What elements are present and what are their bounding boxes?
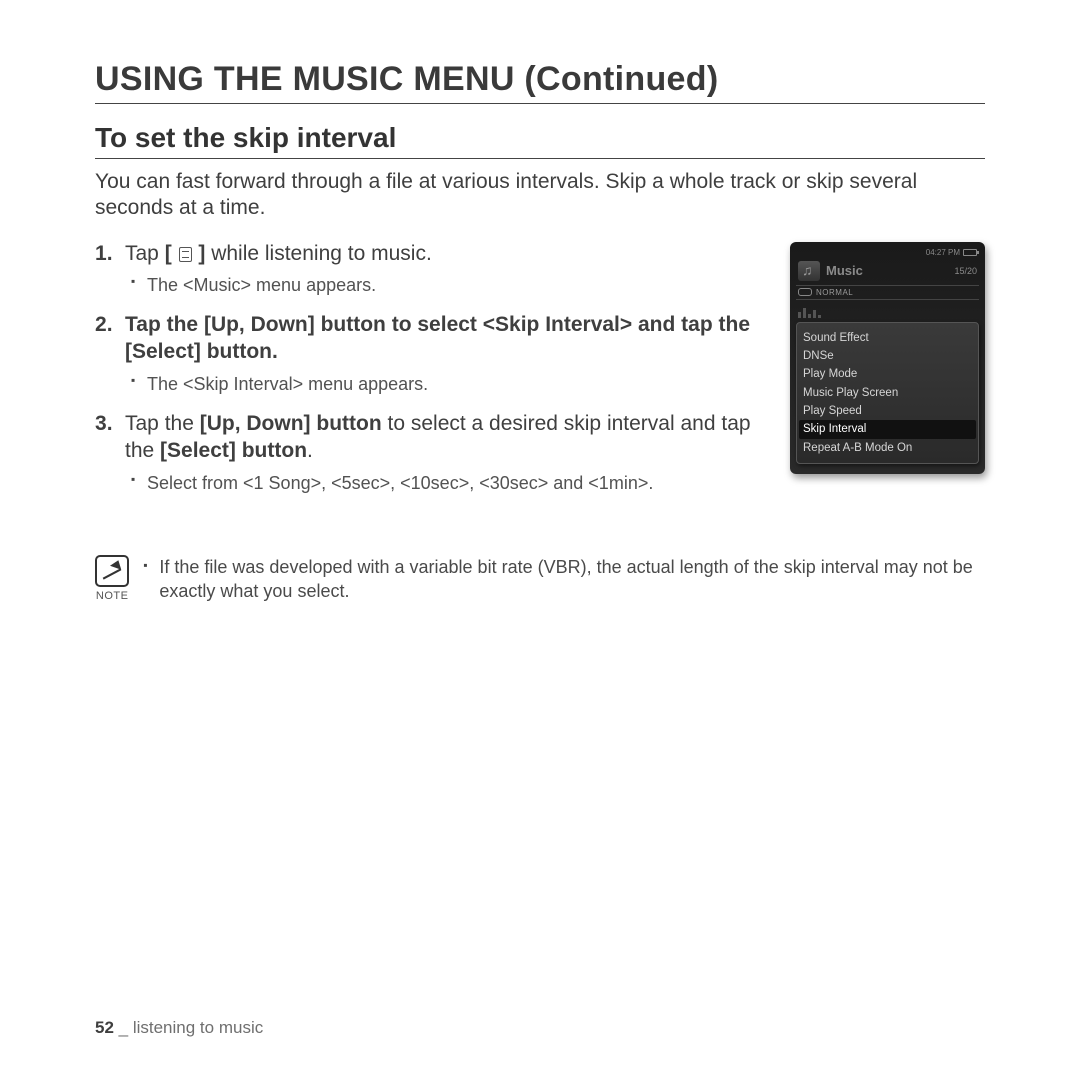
steps-column: Tap [ ] while listening to music. The <M… bbox=[95, 240, 772, 509]
note-text: If the file was developed with a variabl… bbox=[143, 555, 985, 604]
device-statusbar: 04:27 PM bbox=[796, 248, 979, 259]
device-menu-item: Repeat A-B Mode On bbox=[803, 439, 972, 457]
device-mode-bar: NORMAL bbox=[796, 285, 979, 300]
step-2-text: Tap the [Up, Down] button to select <Ski… bbox=[125, 313, 750, 363]
step-1: Tap [ ] while listening to music. The <M… bbox=[95, 240, 772, 298]
battery-icon bbox=[963, 249, 977, 256]
device-menu-item: Sound Effect bbox=[803, 329, 972, 347]
music-note-icon bbox=[798, 261, 820, 281]
content-row: Tap [ ] while listening to music. The <M… bbox=[95, 240, 985, 509]
page-footer: 52 _ listening to music bbox=[95, 1018, 263, 1038]
step-1-text-pre: Tap bbox=[125, 242, 165, 265]
device-mode-label: NORMAL bbox=[816, 288, 853, 297]
step-3a: Tap the bbox=[125, 412, 200, 435]
note-icon bbox=[95, 555, 129, 587]
page-title: USING THE MUSIC MENU (Continued) bbox=[95, 60, 985, 104]
device-track-count: 15/20 bbox=[954, 266, 977, 276]
note-caption: NOTE bbox=[96, 590, 129, 602]
step-2-bullet: The <Skip Interval> menu appears. bbox=[131, 372, 772, 396]
bracket-open: [ bbox=[165, 242, 178, 265]
device-menu-item: Play Speed bbox=[803, 402, 972, 420]
step-2: Tap the [Up, Down] button to select <Ski… bbox=[95, 311, 772, 396]
step-3e: . bbox=[307, 439, 313, 462]
step-1-text-post: while listening to music. bbox=[205, 242, 431, 265]
device-menu-item: Play Mode bbox=[803, 365, 972, 383]
step-1-bullet: The <Music> menu appears. bbox=[131, 273, 772, 297]
note-icon-column: NOTE bbox=[95, 555, 129, 602]
device-screenshot: 04:27 PM Music 15/20 NORMAL Sound Effect… bbox=[790, 242, 985, 475]
page-number: 52 bbox=[95, 1018, 114, 1037]
device-screen-title: Music bbox=[826, 263, 948, 278]
device-time: 04:27 PM bbox=[926, 248, 960, 257]
note-block: NOTE If the file was developed with a va… bbox=[95, 555, 985, 604]
intro-text: You can fast forward through a file at v… bbox=[95, 169, 985, 222]
device-menu-item-selected: Skip Interval bbox=[799, 420, 976, 438]
loop-icon bbox=[798, 288, 812, 296]
device-eq-visual bbox=[796, 304, 979, 322]
footer-section: listening to music bbox=[133, 1018, 263, 1037]
device-menu-item: DNSe bbox=[803, 347, 972, 365]
step-3b: [Up, Down] button bbox=[200, 412, 382, 435]
device-menu-item: Music Play Screen bbox=[803, 384, 972, 402]
section-title: To set the skip interval bbox=[95, 122, 985, 159]
step-3-bullet: Select from <1 Song>, <5sec>, <10sec>, <… bbox=[131, 471, 772, 495]
footer-sep: _ bbox=[114, 1018, 133, 1037]
bracket-close: ] bbox=[193, 242, 206, 265]
step-3d: [Select] button bbox=[160, 439, 307, 462]
device-title-row: Music 15/20 bbox=[796, 259, 979, 285]
menu-button-icon bbox=[179, 247, 192, 262]
step-3: Tap the [Up, Down] button to select a de… bbox=[95, 410, 772, 495]
device-menu-panel: Sound Effect DNSe Play Mode Music Play S… bbox=[796, 322, 979, 465]
